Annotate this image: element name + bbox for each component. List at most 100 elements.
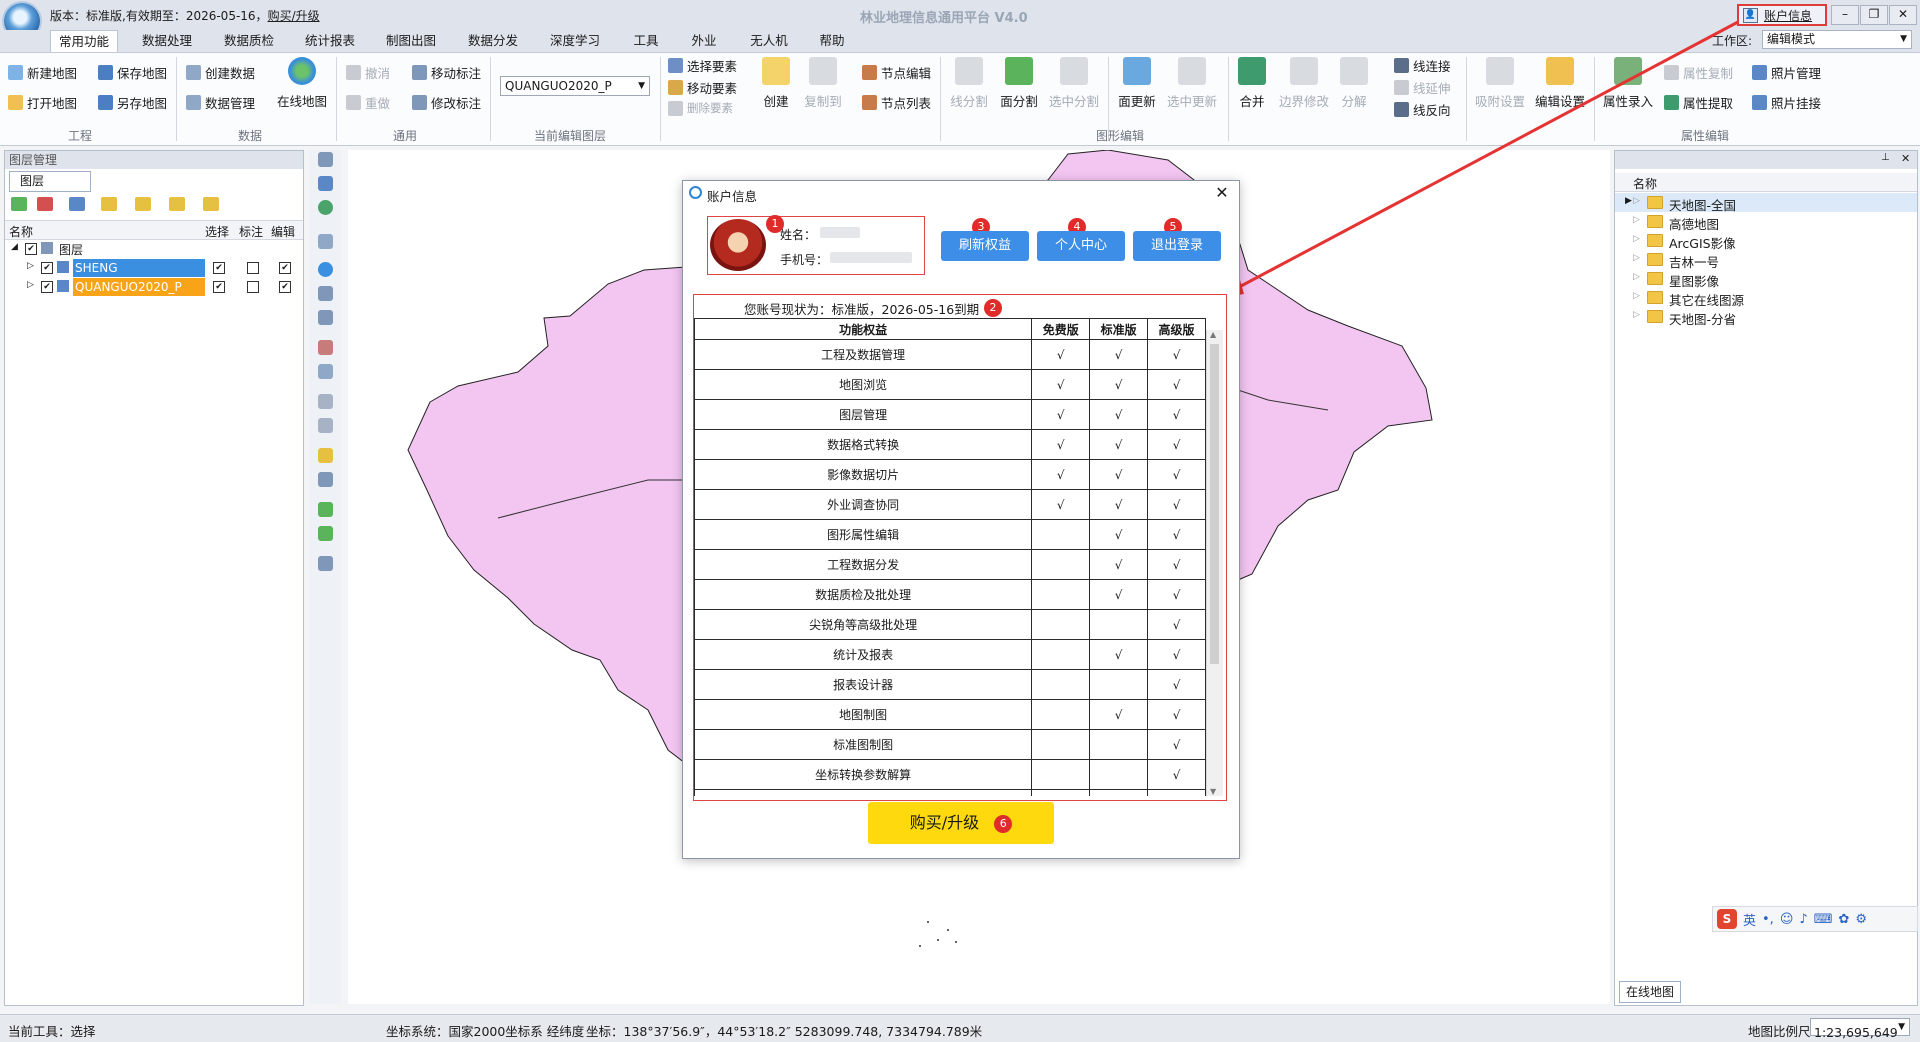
rights-row: 图形属性编辑 √ √ bbox=[694, 519, 1206, 550]
scale-select[interactable]: 1:23,695,649 ▼ bbox=[1810, 1018, 1910, 1040]
rights-check-cell bbox=[1147, 789, 1206, 796]
rights-check-cell: √ bbox=[1031, 339, 1091, 370]
rights-check-cell: √ bbox=[1031, 459, 1091, 490]
folder-icon bbox=[1647, 291, 1663, 304]
emoji-icon[interactable]: ☺ bbox=[1780, 912, 1794, 927]
rights-check-cell: √ bbox=[1089, 579, 1149, 610]
rights-row: 地图浏览 √ √ √ bbox=[694, 369, 1206, 400]
pin-icon[interactable]: ⊥ bbox=[1881, 152, 1890, 163]
online-source-item[interactable]: ▶ ▷ 天地图-全国 bbox=[1615, 193, 1917, 213]
rights-feature-cell bbox=[694, 789, 1033, 796]
rights-feature-cell: 工程数据分发 bbox=[694, 549, 1033, 580]
rights-row: 数据质检及批处理 √ √ bbox=[694, 579, 1206, 610]
rights-row: 尖锐角等高级批处理 √ bbox=[694, 609, 1206, 640]
rights-col-header: 高级版 bbox=[1147, 318, 1206, 340]
phone-label: 手机号： bbox=[780, 253, 829, 267]
dialog-app-icon bbox=[689, 186, 702, 199]
user-info-box: 1 姓名： 手机号： bbox=[707, 215, 925, 275]
rights-box: 您账号现状为：标准版，2026-05-16到期 2 功能权益 免费版 标准版 高级版 … bbox=[693, 294, 1227, 801]
online-source-item[interactable]: ▷ 吉林一号 bbox=[1615, 250, 1917, 270]
avatar bbox=[710, 219, 766, 271]
microphone-icon[interactable]: ♪ bbox=[1799, 912, 1807, 927]
scale-label: 地图比例尺 bbox=[1748, 1024, 1811, 1039]
online-map-panel: ⊥ ✕ 名称 ▶ ▷ 天地图-全国 ▷ 高德地图 ▷ ArcGIS影像 ▷ 吉林… bbox=[1614, 150, 1918, 1006]
close-icon[interactable]: ✕ bbox=[1901, 152, 1910, 165]
ime-language[interactable]: 英 bbox=[1743, 910, 1756, 929]
rights-check-cell: √ bbox=[1147, 519, 1206, 550]
skin-icon[interactable]: ✿ bbox=[1838, 912, 1849, 927]
rights-feature-cell: 尖锐角等高级批处理 bbox=[694, 609, 1033, 640]
rights-check-cell: √ bbox=[1089, 699, 1149, 730]
current-tool: 当前工具：选择 bbox=[8, 1024, 96, 1039]
rights-check-cell: √ bbox=[1147, 729, 1206, 760]
personal-center-button[interactable]: 个人中心 bbox=[1037, 231, 1125, 261]
rights-check-cell bbox=[1031, 639, 1091, 670]
rights-row: 标准图制图 √ bbox=[694, 729, 1206, 760]
rights-check-cell bbox=[1031, 789, 1091, 796]
online-source-item[interactable]: ▷ 其它在线图源 bbox=[1615, 288, 1917, 308]
name-label: 姓名： bbox=[780, 228, 817, 242]
rights-feature-cell: 坐标转换参数解算 bbox=[694, 759, 1033, 790]
tab-online-map[interactable]: 在线地图 bbox=[1619, 981, 1681, 1003]
rights-check-cell: √ bbox=[1089, 459, 1149, 490]
online-source-item[interactable]: ▷ 高德地图 bbox=[1615, 212, 1917, 232]
rights-feature-cell: 统计及报表 bbox=[694, 639, 1033, 670]
online-source-item[interactable]: ▷ ArcGIS影像 bbox=[1615, 231, 1917, 251]
expand-icon[interactable]: ▷ bbox=[1633, 196, 1640, 206]
rights-check-cell: √ bbox=[1147, 369, 1206, 400]
buy-upgrade-button[interactable]: 购买/升级 6 bbox=[868, 802, 1054, 844]
rights-row: 图层管理 √ √ √ bbox=[694, 399, 1206, 430]
dialog-title: 账户信息 bbox=[707, 189, 758, 204]
col-name: 名称 bbox=[1633, 177, 1658, 191]
sogou-icon[interactable]: S bbox=[1717, 909, 1737, 929]
scroll-down-icon[interactable]: ▼ bbox=[1210, 787, 1216, 796]
online-source-item[interactable]: ▷ 星图影像 bbox=[1615, 269, 1917, 289]
expand-icon[interactable]: ▷ bbox=[1633, 234, 1640, 244]
expand-icon[interactable]: ▷ bbox=[1633, 253, 1640, 263]
scale-value: 1:23,695,649 bbox=[1814, 1025, 1898, 1040]
rights-check-cell: √ bbox=[1031, 369, 1091, 400]
folder-icon bbox=[1647, 234, 1663, 247]
rights-feature-cell: 报表设计器 bbox=[694, 669, 1033, 700]
online-source-item[interactable]: ▷ 天地图-分省 bbox=[1615, 307, 1917, 327]
settings-icon[interactable]: ⚙ bbox=[1855, 912, 1867, 927]
rights-check-cell: √ bbox=[1147, 759, 1206, 790]
scroll-thumb[interactable] bbox=[1210, 344, 1219, 664]
expand-icon[interactable]: ▷ bbox=[1633, 215, 1640, 225]
phone-value-redacted bbox=[830, 252, 912, 263]
folder-icon bbox=[1647, 253, 1663, 266]
badge-2: 2 bbox=[984, 299, 1002, 317]
rights-check-cell: √ bbox=[1089, 399, 1149, 430]
expand-icon[interactable]: ▷ bbox=[1633, 272, 1640, 282]
keyboard-icon[interactable]: ⌨ bbox=[1814, 912, 1833, 927]
rights-row: 影像数据切片 √ √ √ bbox=[694, 459, 1206, 490]
cursor-coords: 坐标：138°37′56.9″，44°53′18.2″ 5283099.748,… bbox=[586, 1024, 983, 1039]
dialog-close-button[interactable]: ✕ bbox=[1213, 184, 1231, 202]
rights-check-cell: √ bbox=[1031, 489, 1091, 520]
refresh-rights-button[interactable]: 刷新权益 bbox=[941, 231, 1029, 261]
rights-check-cell: √ bbox=[1089, 489, 1149, 520]
rights-check-cell: √ bbox=[1147, 669, 1206, 700]
scroll-up-icon[interactable]: ▲ bbox=[1210, 330, 1216, 339]
rights-col-header: 标准版 bbox=[1089, 318, 1149, 340]
ime-toolbar[interactable]: S 英 •, ☺ ♪ ⌨ ✿ ⚙ bbox=[1712, 906, 1918, 932]
rights-feature-cell: 工程及数据管理 bbox=[694, 339, 1033, 370]
panel-header: ⊥ ✕ bbox=[1615, 151, 1917, 169]
rights-check-cell: √ bbox=[1147, 459, 1206, 490]
rights-row: 坐标转换参数解算 √ bbox=[694, 759, 1206, 790]
expand-icon[interactable]: ▷ bbox=[1633, 291, 1640, 301]
rights-check-cell: √ bbox=[1089, 429, 1149, 460]
table-scrollbar[interactable]: ▲ ▼ bbox=[1206, 330, 1223, 796]
rights-feature-cell: 地图浏览 bbox=[694, 369, 1033, 400]
logout-button[interactable]: 退出登录 bbox=[1133, 231, 1221, 261]
expand-icon[interactable]: ▶ bbox=[1625, 196, 1632, 206]
rights-feature-cell: 数据质检及批处理 bbox=[694, 579, 1033, 610]
rights-feature-cell: 图形属性编辑 bbox=[694, 519, 1033, 550]
expand-icon[interactable]: ▷ bbox=[1633, 310, 1640, 320]
punctuation-icon[interactable]: •, bbox=[1762, 912, 1774, 927]
rights-check-cell: √ bbox=[1031, 399, 1091, 430]
chevron-down-icon: ▼ bbox=[1898, 1022, 1905, 1032]
rights-feature-cell: 影像数据切片 bbox=[694, 459, 1033, 490]
online-tree-header: 名称 bbox=[1615, 173, 1917, 192]
rights-row: 数据格式转换 √ √ √ bbox=[694, 429, 1206, 460]
